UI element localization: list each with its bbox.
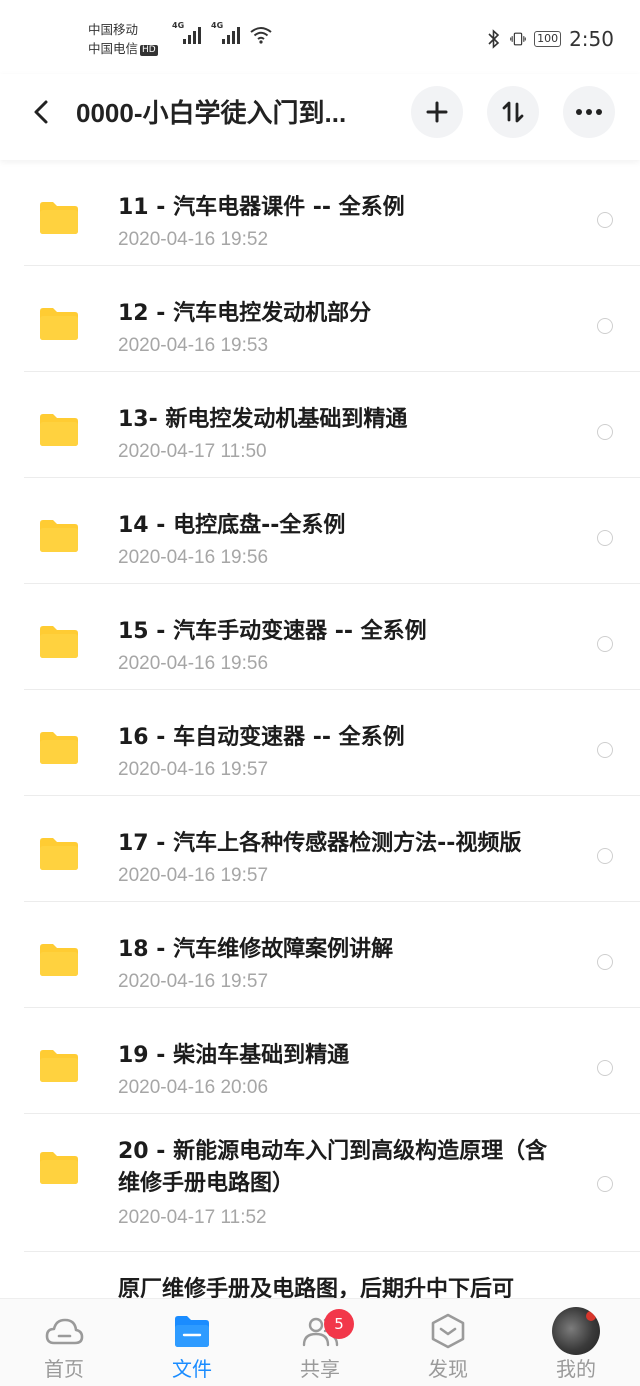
folder-icon xyxy=(40,1152,78,1184)
folder-icon xyxy=(40,308,78,340)
nav-label: 首页 xyxy=(44,1357,84,1381)
select-radio[interactable] xyxy=(597,530,613,546)
hd-badge: HD xyxy=(140,45,158,56)
nav-label: 文件 xyxy=(172,1357,212,1381)
file-date: 2020-04-16 19:57 xyxy=(118,759,269,780)
select-radio[interactable] xyxy=(597,318,613,334)
select-radio[interactable] xyxy=(597,848,613,864)
top-app-bar: 0000-小白学徒入门到... xyxy=(0,74,640,160)
carrier-info: 中国移动 中国电信 HD xyxy=(88,20,158,58)
status-bar: 中国移动 中国电信 HD 4G 4G 100 2:50 xyxy=(0,0,640,74)
file-row[interactable]: 原厂维修手册及电路图，后期升中下后可 xyxy=(0,1252,640,1298)
file-name: 18 - 汽车维修故障案例讲解 xyxy=(118,937,394,962)
chevron-left-icon[interactable] xyxy=(26,96,58,128)
file-name: 20 - 新能源电动车入门到高级构造原理（含维修手册电路图） xyxy=(118,1139,548,1196)
add-button[interactable] xyxy=(411,86,463,138)
file-name: 原厂维修手册及电路图，后期升中下后可 xyxy=(118,1277,515,1298)
file-row[interactable]: 20 - 新能源电动车入门到高级构造原理（含维修手册电路图） 2020-04-1… xyxy=(0,1114,640,1252)
file-name: 14 - 电控底盘--全系例 xyxy=(118,513,346,538)
folder-icon xyxy=(40,202,78,234)
nav-label: 共享 xyxy=(300,1357,340,1381)
folder-icon xyxy=(175,1316,209,1347)
select-radio[interactable] xyxy=(597,424,613,440)
select-radio[interactable] xyxy=(597,1176,613,1192)
file-row[interactable]: 16 - 车自动变速器 -- 全系例 2020-04-16 19:57 xyxy=(0,690,640,796)
plus-icon xyxy=(426,101,448,123)
sort-icon xyxy=(502,101,524,123)
file-row[interactable]: 14 - 电控底盘--全系例 2020-04-16 19:56 xyxy=(0,478,640,584)
folder-icon xyxy=(40,1050,78,1082)
wifi-icon xyxy=(250,27,272,44)
select-radio[interactable] xyxy=(597,212,613,228)
cloud-icon xyxy=(45,1318,84,1345)
carrier-name-1: 中国移动 xyxy=(88,22,139,37)
clock: 2:50 xyxy=(569,27,614,51)
file-name: 16 - 车自动变速器 -- 全系例 xyxy=(118,725,405,750)
file-name: 17 - 汽车上各种传感器检测方法--视频版 xyxy=(118,831,522,856)
discover-hexagon-icon xyxy=(431,1313,465,1349)
carrier-name-2: 中国电信 xyxy=(88,41,139,56)
signal-indicators: 4G 4G xyxy=(172,21,272,44)
folder-icon xyxy=(40,732,78,764)
file-date: 2020-04-16 19:56 xyxy=(118,653,269,674)
file-name: 15 - 汽车手动变速器 -- 全系例 xyxy=(118,619,427,644)
file-date: 2020-04-17 11:50 xyxy=(118,441,267,462)
network-type-2: 4G xyxy=(211,21,224,30)
file-name: 19 - 柴油车基础到精通 xyxy=(118,1043,350,1068)
nav-me[interactable]: 我的 xyxy=(512,1299,640,1386)
file-date: 2020-04-17 11:52 xyxy=(118,1207,267,1228)
file-date: 2020-04-16 19:57 xyxy=(118,865,269,886)
file-date: 2020-04-16 19:52 xyxy=(118,229,269,250)
file-row[interactable]: 12 - 汽车电控发动机部分 2020-04-16 19:53 xyxy=(0,266,640,372)
file-list: 11 - 汽车电器课件 -- 全系例 2020-04-16 19:52 12 -… xyxy=(0,160,640,1298)
page-title: 0000-小白学徒入门到... xyxy=(76,98,347,128)
file-row[interactable]: 11 - 汽车电器课件 -- 全系例 2020-04-16 19:52 xyxy=(0,160,640,266)
file-name: 11 - 汽车电器课件 -- 全系例 xyxy=(118,195,405,220)
folder-icon xyxy=(40,520,78,552)
file-row[interactable]: 19 - 柴油车基础到精通 2020-04-16 20:06 xyxy=(0,1008,640,1114)
avatar xyxy=(552,1307,600,1355)
folder-icon xyxy=(40,414,78,446)
file-row[interactable]: 18 - 汽车维修故障案例讲解 2020-04-16 19:57 xyxy=(0,902,640,1008)
more-dots-icon xyxy=(576,109,602,115)
nav-discover[interactable]: 发现 xyxy=(384,1299,512,1386)
file-date: 2020-04-16 19:53 xyxy=(118,335,269,356)
signal-icon: 4G xyxy=(211,21,240,44)
more-button[interactable] xyxy=(563,86,615,138)
file-date: 2020-04-16 20:06 xyxy=(118,1077,269,1098)
nav-label: 我的 xyxy=(556,1357,596,1381)
file-name: 12 - 汽车电控发动机部分 xyxy=(118,301,372,326)
nav-share[interactable]: 5 共享 xyxy=(256,1299,384,1386)
sort-button[interactable] xyxy=(487,86,539,138)
file-row[interactable]: 15 - 汽车手动变速器 -- 全系例 2020-04-16 19:56 xyxy=(0,584,640,690)
folder-icon xyxy=(40,944,78,976)
network-type-1: 4G xyxy=(172,21,185,30)
select-radio[interactable] xyxy=(597,954,613,970)
vibrate-icon xyxy=(510,32,526,46)
select-radio[interactable] xyxy=(597,1060,613,1076)
file-date: 2020-04-16 19:56 xyxy=(118,547,269,568)
folder-icon xyxy=(40,626,78,658)
signal-icon: 4G xyxy=(172,21,201,44)
bottom-navigation: 首页 文件 5 共享 发现 我的 xyxy=(0,1298,640,1386)
select-radio[interactable] xyxy=(597,742,613,758)
bluetooth-icon xyxy=(488,29,500,49)
battery-icon: 100 xyxy=(534,31,562,47)
nav-label: 发现 xyxy=(428,1357,468,1381)
file-date: 2020-04-16 19:57 xyxy=(118,971,269,992)
folder-icon xyxy=(40,838,78,870)
status-right: 100 2:50 xyxy=(486,27,614,51)
nav-home[interactable]: 首页 xyxy=(0,1299,128,1386)
notification-badge: 5 xyxy=(324,1309,354,1339)
file-row[interactable]: 17 - 汽车上各种传感器检测方法--视频版 2020-04-16 19:57 xyxy=(0,796,640,902)
file-row[interactable]: 13- 新电控发动机基础到精通 2020-04-17 11:50 xyxy=(0,372,640,478)
nav-files[interactable]: 文件 xyxy=(128,1299,256,1386)
select-radio[interactable] xyxy=(597,636,613,652)
file-name: 13- 新电控发动机基础到精通 xyxy=(118,407,408,432)
